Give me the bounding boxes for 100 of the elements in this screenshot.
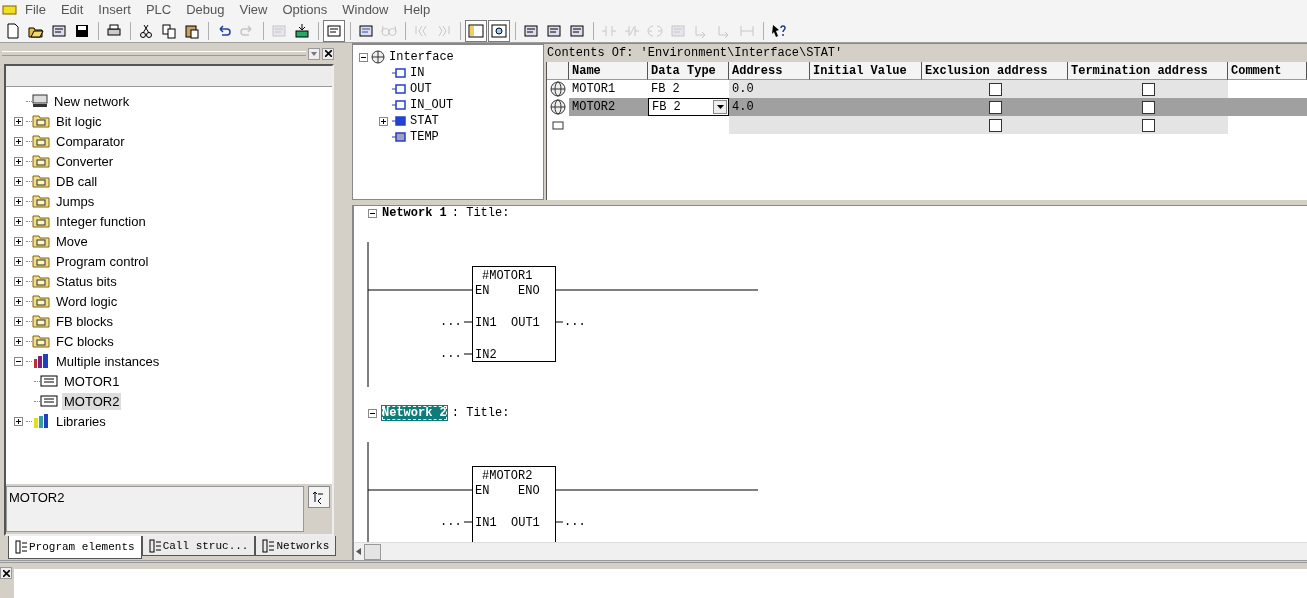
collapse-icon[interactable] — [359, 52, 368, 62]
pin-label: IN1 — [475, 516, 497, 530]
operand-field[interactable]: ... — [440, 315, 462, 329]
redo-icon — [239, 22, 255, 39]
column-header: Data Type — [648, 62, 729, 80]
download-icon — [294, 22, 310, 39]
checkbox[interactable] — [988, 100, 1002, 114]
checkbox[interactable] — [1141, 118, 1155, 132]
tree-item[interactable]: OUT — [379, 81, 543, 97]
tab[interactable]: Networks — [255, 536, 337, 556]
globe-icon — [550, 81, 566, 97]
tree-item[interactable]: Status bits — [14, 271, 324, 291]
list-icon — [262, 538, 275, 553]
tree-item[interactable]: Libraries — [14, 411, 324, 431]
expand-icon[interactable] — [14, 156, 23, 166]
connector-icon — [391, 68, 407, 78]
operand-field[interactable]: ... — [564, 515, 586, 529]
tree-item[interactable]: Interface — [359, 49, 543, 65]
operand-field[interactable]: ... — [440, 347, 462, 361]
column-header: Initial Value — [810, 62, 922, 80]
tree-item[interactable]: STAT — [379, 113, 543, 129]
tab[interactable]: Call struc... — [141, 536, 256, 556]
tree-item[interactable]: DB call — [14, 171, 324, 191]
operand-field[interactable]: ... — [564, 315, 586, 329]
tree-item[interactable]: Converter — [14, 151, 324, 171]
expand-icon[interactable] — [14, 296, 23, 306]
box-icon — [670, 22, 686, 39]
block-name: #MOTOR2 — [482, 469, 533, 483]
connector-icon — [391, 116, 407, 126]
close-button[interactable] — [322, 47, 334, 60]
coil-icon — [647, 22, 663, 39]
checkbox[interactable] — [1141, 100, 1155, 114]
tree-item[interactable]: Program control — [14, 251, 324, 271]
expand-icon[interactable] — [379, 116, 388, 126]
horizontal-scrollbar[interactable] — [354, 542, 1307, 560]
info-box: MOTOR2 — [6, 486, 304, 532]
tree-item[interactable]: Comparator — [14, 131, 324, 151]
tree-item[interactable]: IN_OUT — [379, 97, 543, 113]
tree-item[interactable]: IN — [379, 65, 543, 81]
tree-item[interactable]: Jumps — [14, 191, 324, 211]
expand-icon[interactable] — [14, 116, 23, 126]
dropdown-button[interactable] — [713, 100, 727, 114]
menu-item[interactable]: Help — [396, 0, 439, 19]
column-header: Exclusion address — [922, 62, 1068, 80]
expand-icon[interactable] — [14, 276, 23, 286]
folder-icon — [32, 254, 50, 268]
menu-item[interactable]: Debug — [179, 0, 233, 19]
menu-item[interactable]: Edit — [53, 0, 92, 19]
column-header: Comment — [1228, 62, 1307, 80]
tree-item[interactable]: FB blocks — [14, 311, 324, 331]
table-cell: 0.0 — [729, 80, 810, 98]
tree-item[interactable]: FC blocks — [14, 331, 324, 351]
tree-item[interactable]: Word logic — [14, 291, 324, 311]
toolbar-button[interactable] — [488, 19, 510, 42]
menu-item[interactable]: Window — [335, 0, 397, 19]
expand-icon[interactable] — [14, 236, 23, 246]
expand-icon[interactable] — [14, 256, 23, 266]
tree-item[interactable]: Move — [14, 231, 324, 251]
folder-icon — [32, 174, 50, 188]
menu-item[interactable]: PLC — [138, 0, 180, 19]
tree-item[interactable]: MOTOR1 — [62, 372, 122, 390]
network-label[interactable]: Network 2 — [381, 405, 448, 421]
tree-item[interactable]: TEMP — [379, 129, 543, 145]
checkbox[interactable] — [988, 82, 1002, 96]
expand-icon[interactable] — [14, 416, 23, 426]
tree-item[interactable]: New network — [14, 91, 324, 111]
expand-icon[interactable] — [14, 336, 23, 346]
network-label[interactable]: Network 1 — [381, 206, 448, 221]
pin-label: OUT1 — [511, 516, 540, 530]
scroll-thumb[interactable] — [364, 543, 381, 560]
operand-field[interactable]: ... — [440, 515, 462, 529]
tree-item[interactable]: Multiple instances — [14, 351, 324, 371]
expand-icon[interactable] — [14, 316, 23, 326]
menu-item[interactable]: Options — [275, 0, 336, 19]
tree-item[interactable]: Bit logic — [14, 111, 324, 131]
expand-icon[interactable] — [14, 176, 23, 186]
expand-icon[interactable] — [14, 136, 23, 146]
collapse-icon[interactable] — [368, 208, 377, 218]
jump-button[interactable] — [308, 486, 330, 508]
checkbox[interactable] — [1141, 82, 1155, 96]
collapse-icon[interactable] — [14, 356, 23, 366]
tab[interactable]: Program elements — [8, 536, 142, 559]
menu-item[interactable]: Insert — [91, 0, 139, 19]
menu-item[interactable]: File — [18, 0, 54, 19]
tree-item[interactable]: MOTOR2 — [62, 392, 122, 410]
connector-icon — [391, 100, 407, 110]
expand-icon[interactable] — [14, 196, 23, 206]
panel-icon — [468, 22, 484, 39]
folder-icon — [32, 214, 50, 228]
type-dropdown[interactable]: FB 2 — [648, 98, 729, 116]
expand-icon[interactable] — [14, 216, 23, 226]
folder-icon — [32, 314, 50, 328]
menu-item[interactable]: View — [232, 0, 276, 19]
close-button[interactable] — [0, 567, 12, 579]
list-icon — [15, 540, 27, 554]
tree-item[interactable]: Integer function — [14, 211, 324, 231]
folder-icon — [32, 134, 50, 148]
folder-icon — [32, 294, 50, 308]
checkbox[interactable] — [988, 118, 1002, 132]
collapse-icon[interactable] — [368, 408, 377, 418]
